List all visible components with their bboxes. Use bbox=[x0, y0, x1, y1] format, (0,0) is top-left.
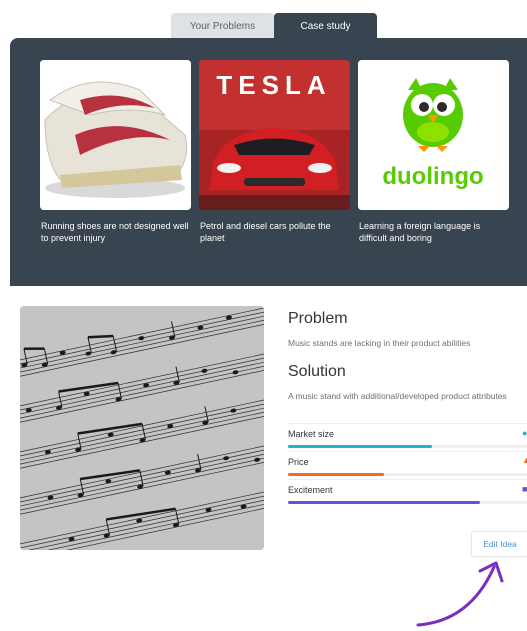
metric-fill bbox=[288, 445, 432, 448]
annotation-arrow-icon bbox=[416, 561, 504, 627]
metric-fill bbox=[288, 473, 384, 476]
tab-case-study[interactable]: Case study bbox=[274, 13, 377, 39]
metric-label-excitement: Excitement bbox=[288, 485, 333, 495]
edit-idea-button[interactable]: Edit Idea bbox=[471, 531, 527, 557]
problem-text: Music stands are lacking in their produc… bbox=[288, 338, 471, 348]
duolingo-logo: duolingo bbox=[382, 163, 483, 190]
tab-your-problems[interactable]: Your Problems bbox=[171, 13, 274, 39]
metric-indicator-icon: ▲ bbox=[522, 455, 527, 465]
running-shoes-image bbox=[40, 60, 191, 210]
solution-text: A music stand with additional/developed … bbox=[288, 391, 507, 401]
tab-bar: Your Problems Case study bbox=[171, 13, 377, 39]
metrics-divider bbox=[288, 451, 527, 452]
metric-bar-price bbox=[288, 473, 527, 476]
problem-heading: Problem bbox=[288, 310, 348, 327]
metric-bar-market-size bbox=[288, 445, 527, 448]
card-caption: Running shoes are not designed well to p… bbox=[41, 221, 189, 243]
sheet-music-image bbox=[20, 306, 264, 550]
duolingo-owl-image: duolingo bbox=[358, 60, 509, 210]
case-card-running-shoes[interactable]: Running shoes are not designed well to p… bbox=[40, 60, 191, 244]
card-caption: Learning a foreign language is difficult… bbox=[359, 221, 481, 243]
tesla-logo: TESLA bbox=[216, 70, 331, 100]
metrics-divider bbox=[288, 479, 527, 480]
case-card-duolingo[interactable]: duolingo Learning a foreign language is … bbox=[358, 60, 509, 244]
case-study-panel: Running shoes are not designed well to p… bbox=[10, 38, 527, 286]
metrics-divider bbox=[288, 423, 527, 424]
solution-heading: Solution bbox=[288, 363, 346, 380]
metric-label-price: Price bbox=[288, 457, 309, 467]
card-caption: Petrol and diesel cars pollute the plane… bbox=[200, 221, 331, 243]
case-card-tesla[interactable]: TESLA Petrol and diesel cars pollute the… bbox=[199, 60, 350, 244]
metric-bar-excitement bbox=[288, 501, 527, 504]
tesla-car-image: TESLA bbox=[199, 60, 350, 210]
metric-indicator-icon: ■ bbox=[522, 484, 527, 494]
metric-label-market-size: Market size bbox=[288, 429, 335, 439]
metric-indicator-icon: ● bbox=[522, 428, 527, 438]
metric-fill bbox=[288, 501, 480, 504]
